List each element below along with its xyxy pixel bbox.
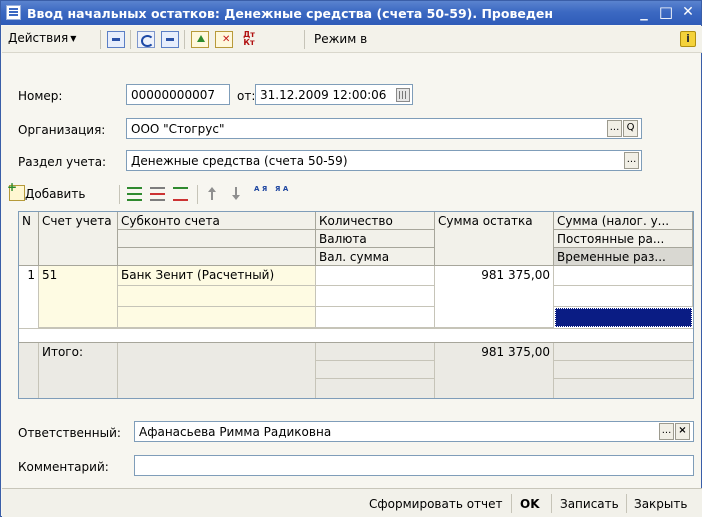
enter-based-on-icon[interactable]: [191, 31, 209, 48]
column-header-balance[interactable]: Сумма остатка: [435, 212, 554, 266]
empty-row-area[interactable]: [19, 329, 693, 343]
sort-ascending-icon[interactable]: А Я: [254, 186, 268, 201]
cell-tax-sum[interactable]: [554, 266, 693, 286]
toolbar-divider: [119, 185, 120, 204]
chevron-down-icon: ▼: [70, 34, 77, 43]
clear-icon[interactable]: ×: [675, 423, 690, 440]
minimize-button[interactable]: _: [634, 3, 654, 22]
move-up-icon[interactable]: [207, 187, 217, 201]
dt-kt-icon[interactable]: Дт Кт: [240, 31, 258, 48]
section-select-button[interactable]: ...: [624, 152, 639, 169]
ok-button[interactable]: OK: [520, 497, 540, 511]
total-cell-qty: [316, 343, 435, 361]
responsible-field[interactable]: Афанасьева Римма Радиковна: [134, 421, 694, 442]
column-header-qty[interactable]: Количество: [316, 212, 435, 230]
column-header-subconto[interactable]: Субконто счета: [118, 212, 316, 230]
toolbar-divider: [304, 30, 305, 49]
footer-bar: Сформировать отчет OK Записать Закрыть: [2, 488, 702, 517]
section-label: Раздел учета:: [18, 155, 107, 169]
responsible-select-button[interactable]: ...: [659, 423, 674, 440]
organization-label: Организация:: [18, 123, 106, 137]
cell-n[interactable]: 1: [19, 266, 39, 328]
column-header-n[interactable]: N: [19, 212, 39, 266]
column-header-subconto-2: [118, 230, 316, 248]
cell-subconto[interactable]: Банк Зенит (Расчетный): [118, 266, 316, 286]
total-cell-permanent: [554, 361, 693, 379]
footer-divider: [511, 494, 512, 513]
cell-temporary-selected[interactable]: [555, 308, 692, 327]
column-header-subconto-3: [118, 248, 316, 266]
title-bar[interactable]: Ввод начальных остатков: Денежные средст…: [1, 1, 701, 25]
cell-balance[interactable]: 981 375,00: [435, 266, 554, 328]
column-header-permanent[interactable]: Постоянные ра...: [554, 230, 693, 248]
window-title: Ввод начальных остатков: Денежные средст…: [27, 6, 554, 21]
section-field[interactable]: Денежные средства (счета 50-59): [126, 150, 642, 171]
add-row-icon[interactable]: [7, 180, 25, 201]
actions-menu-label: Действия: [8, 31, 69, 45]
delete-row-icon[interactable]: [150, 187, 165, 201]
post-document-icon[interactable]: [107, 31, 125, 48]
number-field[interactable]: 00000000007: [126, 84, 230, 105]
total-label: Итого:: [39, 343, 118, 398]
total-cell-cur-sum: [316, 379, 435, 398]
toolbar-divider: [197, 185, 198, 204]
toolbar-divider: [184, 30, 185, 49]
document-icon: [6, 5, 21, 20]
cell-subconto-2[interactable]: [118, 286, 316, 307]
actions-menu-button[interactable]: Действия ▼: [8, 31, 76, 45]
add-row-button[interactable]: Добавить: [25, 187, 85, 201]
total-cell-subconto: [118, 343, 316, 398]
date-field[interactable]: 31.12.2009 12:00:06: [255, 84, 413, 105]
column-header-account[interactable]: Счет учета: [39, 212, 118, 266]
column-header-currency[interactable]: Валюта: [316, 230, 435, 248]
cell-qty[interactable]: [316, 266, 435, 286]
sort-descending-icon[interactable]: Я А: [275, 186, 289, 201]
number-label: Номер:: [18, 89, 63, 103]
column-header-temporary[interactable]: Временные раз...: [554, 248, 693, 266]
maximize-button[interactable]: □: [656, 3, 676, 22]
refresh-icon[interactable]: [137, 31, 155, 48]
organization-field[interactable]: ООО "Стогрус": [126, 118, 642, 139]
org-select-button[interactable]: ...: [607, 120, 622, 137]
comment-field[interactable]: [134, 455, 694, 476]
calendar-icon[interactable]: [396, 88, 410, 102]
comment-label: Комментарий:: [18, 460, 109, 474]
edit-row-icon[interactable]: [173, 187, 188, 201]
org-search-icon[interactable]: Q: [623, 120, 638, 137]
total-cell-temporary: [554, 379, 693, 398]
mode-button[interactable]: Режим в: [314, 32, 367, 46]
total-balance: 981 375,00: [435, 343, 554, 398]
total-cell-currency: [316, 361, 435, 379]
date-value: 31.12.2009 12:00:06: [260, 88, 387, 102]
column-header-tax-sum[interactable]: Сумма (налог. у...: [554, 212, 693, 230]
structure-icon[interactable]: [161, 31, 179, 48]
cell-currency[interactable]: [316, 286, 435, 307]
total-cell-n: [19, 343, 39, 398]
toolbar-divider: [130, 30, 131, 49]
cell-cur-sum[interactable]: [316, 307, 435, 328]
date-label: от:: [237, 89, 256, 103]
total-cell-tax-sum: [554, 343, 693, 361]
save-button[interactable]: Записать: [560, 497, 619, 511]
column-header-cur-sum[interactable]: Вал. сумма: [316, 248, 435, 266]
cell-permanent[interactable]: [554, 286, 693, 307]
cancel-posting-icon[interactable]: [215, 31, 233, 48]
document-window: Ввод начальных остатков: Денежные средст…: [0, 0, 702, 517]
cell-account[interactable]: 51: [39, 266, 118, 328]
responsible-label: Ответственный:: [18, 426, 121, 440]
info-icon[interactable]: i: [680, 31, 696, 47]
generate-report-button[interactable]: Сформировать отчет: [369, 497, 503, 511]
toolbar-divider: [100, 30, 101, 49]
footer-divider: [551, 494, 552, 513]
move-down-icon[interactable]: [231, 187, 241, 201]
main-toolbar: Действия▼ Дт Кт Режим в i: [2, 26, 702, 53]
cell-subconto-3[interactable]: [118, 307, 316, 328]
footer-divider: [626, 494, 627, 513]
close-window-button[interactable]: ✕: [678, 3, 698, 22]
balances-table[interactable]: N Счет учета Субконто счета Количество В…: [18, 211, 694, 399]
copy-row-icon[interactable]: [127, 187, 142, 201]
close-button[interactable]: Закрыть: [634, 497, 687, 511]
